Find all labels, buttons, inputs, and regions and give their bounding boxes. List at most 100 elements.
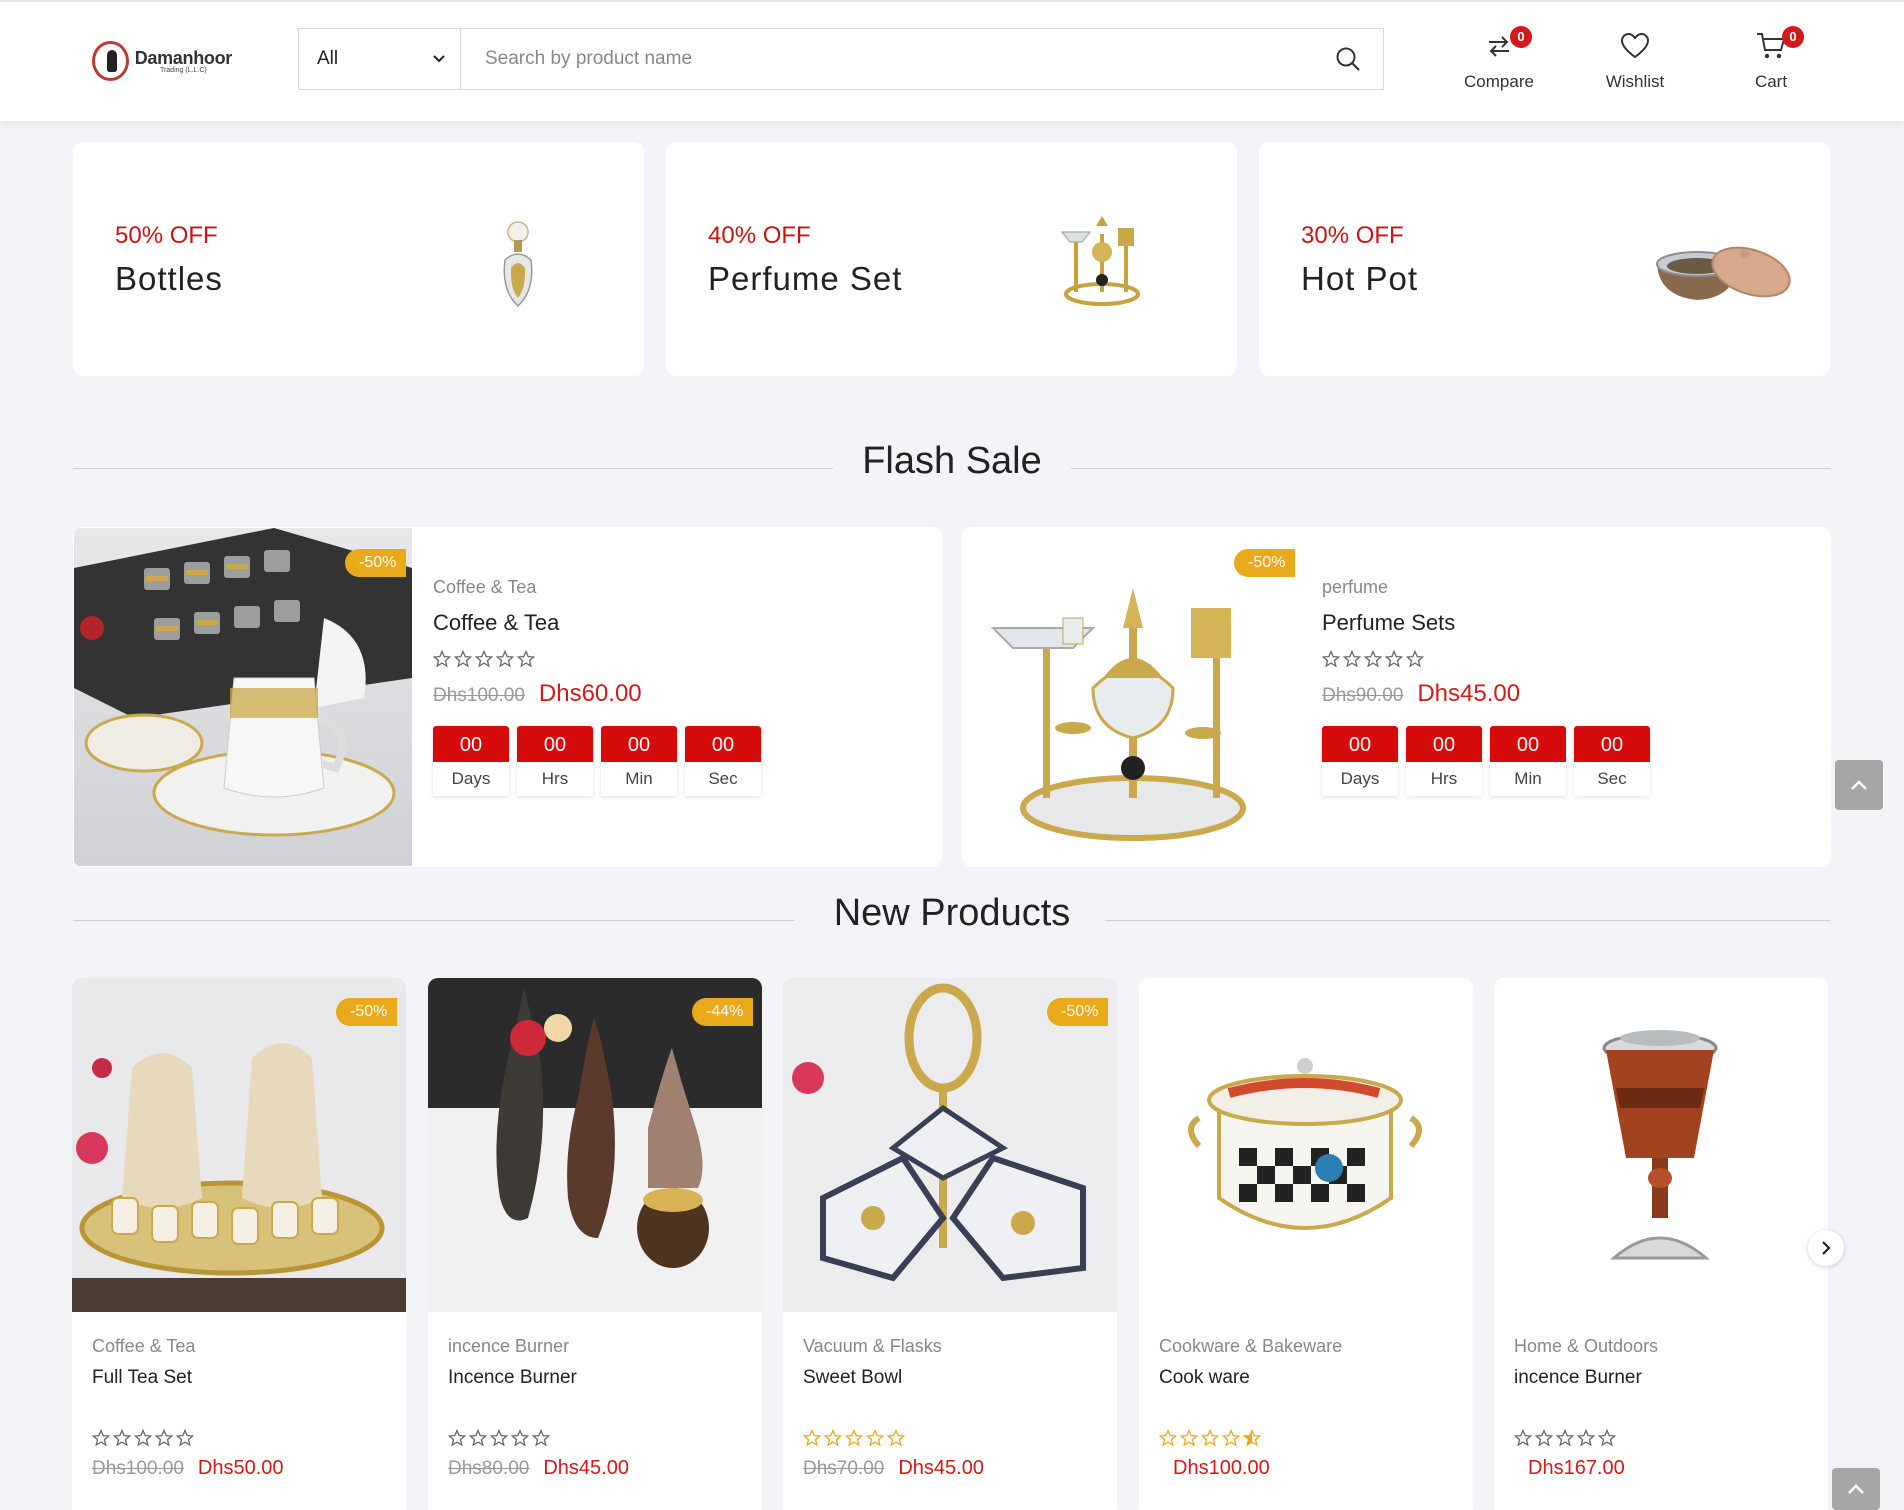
section-title: New Products (807, 892, 1097, 934)
discount-badge: -50% (336, 998, 398, 1026)
banner-discount: 40% OFF (708, 222, 811, 249)
section-title: Flash Sale (836, 440, 1068, 482)
product-card[interactable]: Home & Outdoors incence Burner Dhs167.00 (1494, 978, 1828, 1510)
discount-badge: -50% (1047, 998, 1109, 1026)
star-icon (1406, 650, 1424, 668)
product-name[interactable]: Incence Burner (448, 1367, 629, 1389)
sale-price: Dhs60.00 (538, 680, 642, 707)
timer-minutes: 00 Min (1490, 726, 1566, 796)
timer-hours: 00 Hrs (1406, 726, 1482, 796)
search-button[interactable] (1313, 29, 1383, 89)
site-header: Damanhoor Trading (L.L.C) All 0 Compare … (0, 0, 1904, 121)
old-price: Dhs70.00 (803, 1458, 885, 1479)
product-category[interactable]: Home & Outdoors (1514, 1336, 1658, 1357)
product-image[interactable] (1139, 978, 1473, 1312)
product-image[interactable] (74, 528, 412, 866)
product-category[interactable]: Coffee & Tea (92, 1336, 284, 1357)
timer-days: 00 Days (1322, 726, 1398, 796)
product-category[interactable]: perfume (1322, 577, 1650, 598)
banner-title: Perfume Set (708, 260, 903, 297)
banner-perfume-set[interactable]: 40% OFF Perfume Set (666, 142, 1237, 376)
logo[interactable]: Damanhoor Trading (L.L.C) (92, 38, 232, 84)
new-products-heading: New Products (73, 892, 1831, 948)
star-icon (1598, 1429, 1616, 1447)
product-category[interactable]: Vacuum & Flasks (803, 1336, 984, 1357)
product-name[interactable]: Perfume Sets (1322, 610, 1650, 636)
compare-button[interactable]: 0 Compare (1454, 26, 1544, 92)
star-icon (517, 650, 535, 668)
scroll-top-button-bottom[interactable] (1832, 1468, 1880, 1510)
product-name[interactable]: Sweet Bowl (803, 1367, 984, 1389)
banner-hot-pot[interactable]: 30% OFF Hot Pot (1259, 142, 1830, 376)
product-name[interactable]: Coffee & Tea (433, 610, 761, 636)
logo-subtitle: Trading (L.L.C) (159, 66, 207, 74)
star-icon (866, 1429, 884, 1447)
star-icon (824, 1429, 842, 1447)
search-icon (1336, 47, 1360, 71)
compare-label: Compare (1464, 72, 1534, 91)
timer-seconds: 00 Sec (1574, 726, 1650, 796)
cart-button[interactable]: 0 Cart (1726, 26, 1816, 92)
countdown-timer: 00 Days 00 Hrs 00 Min 00 Sec (1322, 726, 1650, 796)
bottle-image (503, 221, 533, 308)
star-icon (113, 1429, 131, 1447)
wishlist-button[interactable]: Wishlist (1590, 28, 1680, 92)
star-icon (490, 1429, 508, 1447)
product-card[interactable]: Cookware & Bakeware Cook ware Dhs100.00 (1139, 978, 1473, 1510)
product-image[interactable] (783, 978, 1117, 1312)
sale-price: Dhs45.00 (898, 1457, 984, 1479)
star-icon (1322, 650, 1340, 668)
product-name[interactable]: Cook ware (1159, 1367, 1342, 1389)
sale-price: Dhs100.00 (1173, 1457, 1270, 1479)
discount-badge: -50% (1234, 549, 1296, 577)
heart-icon (1620, 32, 1650, 59)
product-image[interactable] (428, 978, 762, 1312)
timer-seconds: 00 Sec (685, 726, 761, 796)
product-name[interactable]: incence Burner (1514, 1367, 1658, 1389)
product-name[interactable]: Full Tea Set (92, 1367, 284, 1389)
old-price: Dhs100.00 (92, 1458, 184, 1479)
star-icon (1201, 1429, 1219, 1447)
star-icon (454, 650, 472, 668)
category-select[interactable]: All (299, 29, 461, 89)
search-input[interactable] (461, 29, 1313, 89)
banner-bottles[interactable]: 50% OFF Bottles (73, 142, 644, 376)
old-price: Dhs90.00 (1322, 685, 1404, 706)
cart-label: Cart (1754, 72, 1788, 91)
product-category[interactable]: Coffee & Tea (433, 577, 761, 598)
product-image[interactable] (72, 978, 406, 1312)
product-category[interactable]: incence Burner (448, 1336, 629, 1357)
star-icon (92, 1429, 110, 1447)
timer-days: 00 Days (433, 726, 509, 796)
flash-product-card[interactable]: -50% Coffee & Tea Coffee & Tea Dhs100.00… (73, 527, 942, 867)
search-bar: All (298, 28, 1384, 90)
logo-mark-icon (92, 41, 129, 81)
discount-badge: -44% (692, 998, 754, 1026)
star-icon (1385, 650, 1403, 668)
product-category[interactable]: Cookware & Bakeware (1159, 1336, 1342, 1357)
star-icon (155, 1429, 173, 1447)
product-image[interactable] (963, 528, 1301, 866)
star-icon (448, 1429, 466, 1447)
star-icon (1364, 650, 1382, 668)
star-icon (845, 1429, 863, 1447)
rating-stars (1514, 1429, 1658, 1447)
scroll-top-button[interactable] (1835, 760, 1883, 810)
discount-badge: -50% (345, 549, 407, 577)
star-icon (887, 1429, 905, 1447)
cart-count-badge: 0 (1782, 26, 1804, 48)
carousel-next-button[interactable] (1808, 1230, 1844, 1266)
product-image[interactable] (1494, 978, 1828, 1312)
countdown-timer: 00 Days 00 Hrs 00 Min 00 Sec (433, 726, 761, 796)
banner-discount: 30% OFF (1301, 222, 1404, 249)
product-card[interactable]: -50% Coffee & Tea Full Tea Set Dhs100.00… (72, 978, 406, 1510)
old-price: Dhs80.00 (448, 1458, 530, 1479)
wishlist-label: Wishlist (1605, 72, 1665, 91)
star-icon (1535, 1429, 1553, 1447)
category-selected: All (317, 48, 339, 69)
compare-count-badge: 0 (1510, 26, 1532, 48)
product-card[interactable]: -50% Vacuum & Flasks Sweet Bowl Dhs70.00… (783, 978, 1117, 1510)
flash-product-card[interactable]: -50% perfume Perfume Sets Dhs90.00 Dhs45… (962, 527, 1831, 867)
star-icon (134, 1429, 152, 1447)
product-card[interactable]: -44% incence Burner Incence Burner Dhs80… (428, 978, 762, 1510)
